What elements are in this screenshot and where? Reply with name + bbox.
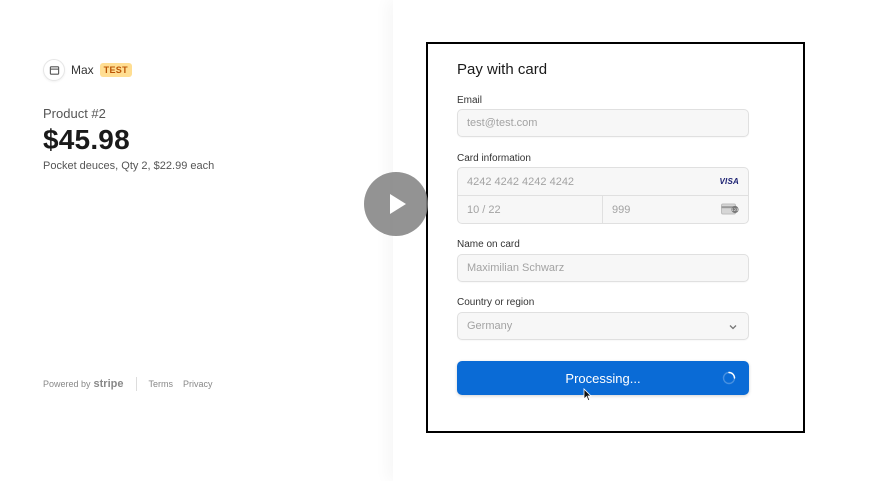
- powered-by-link[interactable]: Powered by stripe: [43, 378, 124, 390]
- terms-link[interactable]: Terms: [149, 379, 174, 389]
- highlight-frame: [426, 42, 805, 433]
- powered-by-label: Powered by: [43, 379, 91, 389]
- merchant-header[interactable]: Max TEST: [43, 59, 132, 81]
- footer: Powered by stripe Terms Privacy: [43, 377, 223, 391]
- stripe-logo: stripe: [93, 378, 124, 390]
- privacy-link[interactable]: Privacy: [183, 379, 213, 389]
- play-button[interactable]: [364, 172, 428, 236]
- product-description: Pocket deuces, Qty 2, $22.99 each: [43, 160, 215, 172]
- product-name: Product #2: [43, 106, 106, 121]
- store-icon: [43, 59, 65, 81]
- merchant-name: Max: [71, 63, 94, 77]
- footer-divider: [135, 377, 137, 391]
- test-mode-badge: TEST: [99, 63, 132, 77]
- total-price: $45.98: [43, 124, 130, 155]
- mouse-cursor-icon: [583, 388, 592, 402]
- play-icon: [390, 194, 406, 214]
